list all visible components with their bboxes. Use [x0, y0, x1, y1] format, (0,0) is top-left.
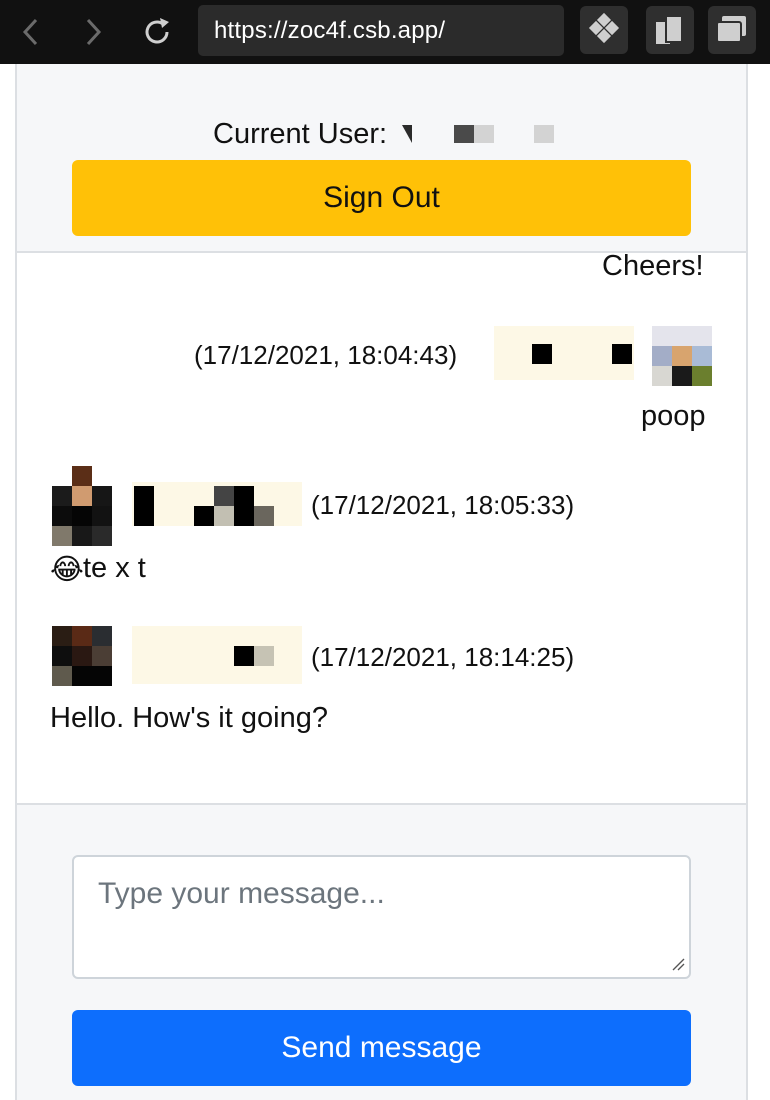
censored-username	[612, 344, 632, 364]
message-emoji: 😂	[50, 554, 84, 586]
censored-username	[474, 125, 494, 143]
message-input[interactable]	[72, 855, 691, 979]
send-message-button[interactable]: Send message	[72, 1010, 691, 1086]
reload-icon	[145, 18, 169, 44]
url-text: https://zoc4f.csb.app/	[214, 17, 446, 44]
chevron-right-icon	[86, 18, 102, 46]
message-text: Hello. How's it going?	[50, 702, 328, 734]
avatar	[652, 326, 712, 386]
message-list: Cheers! (17/12/2021, 18:04:43) poop (17/…	[17, 250, 746, 803]
chevron-left-icon	[22, 18, 38, 46]
sign-out-button[interactable]: Sign Out	[72, 160, 691, 236]
message-timestamp: (17/12/2021, 18:14:25)	[311, 642, 575, 672]
message-text: te x t	[83, 552, 146, 584]
censored-username	[534, 125, 554, 143]
windows-icon	[716, 16, 746, 43]
censored-username	[454, 125, 474, 143]
message-text: poop	[641, 400, 706, 432]
browser-toolbar: https://zoc4f.csb.app/	[0, 0, 770, 64]
censored-username	[254, 646, 274, 666]
censored-username	[532, 344, 552, 364]
censored-username	[214, 486, 234, 506]
avatar	[52, 626, 112, 686]
back-button[interactable]	[16, 14, 46, 50]
censored-username	[234, 486, 254, 526]
copy-button[interactable]	[646, 6, 694, 54]
current-user-label: Current User:	[213, 118, 388, 150]
avatar	[52, 466, 112, 546]
censored-username	[234, 646, 254, 666]
user-header: Current User: Sign Out	[17, 64, 746, 253]
address-bar[interactable]: https://zoc4f.csb.app/	[198, 5, 564, 56]
message-text: Cheers!	[602, 250, 704, 282]
copy-icon	[656, 15, 683, 44]
message-timestamp: (17/12/2021, 18:04:43)	[194, 340, 458, 370]
message-composer: Send message	[17, 803, 746, 1100]
extension-button[interactable]	[580, 6, 628, 54]
reload-button[interactable]	[142, 14, 172, 50]
windows-button[interactable]	[708, 6, 756, 54]
message-timestamp: (17/12/2021, 18:05:33)	[311, 490, 575, 520]
chat-app: Current User: Sign Out Cheers! (17/12/20…	[15, 64, 748, 1100]
resize-grip-icon[interactable]	[671, 957, 685, 971]
censored-username	[214, 506, 234, 526]
diamond-grid-icon	[588, 12, 620, 44]
censored-username	[134, 486, 154, 526]
censored-username	[402, 125, 412, 143]
forward-button[interactable]	[78, 14, 108, 50]
censored-username	[132, 626, 302, 684]
censored-username	[194, 506, 214, 526]
censored-username	[254, 506, 274, 526]
